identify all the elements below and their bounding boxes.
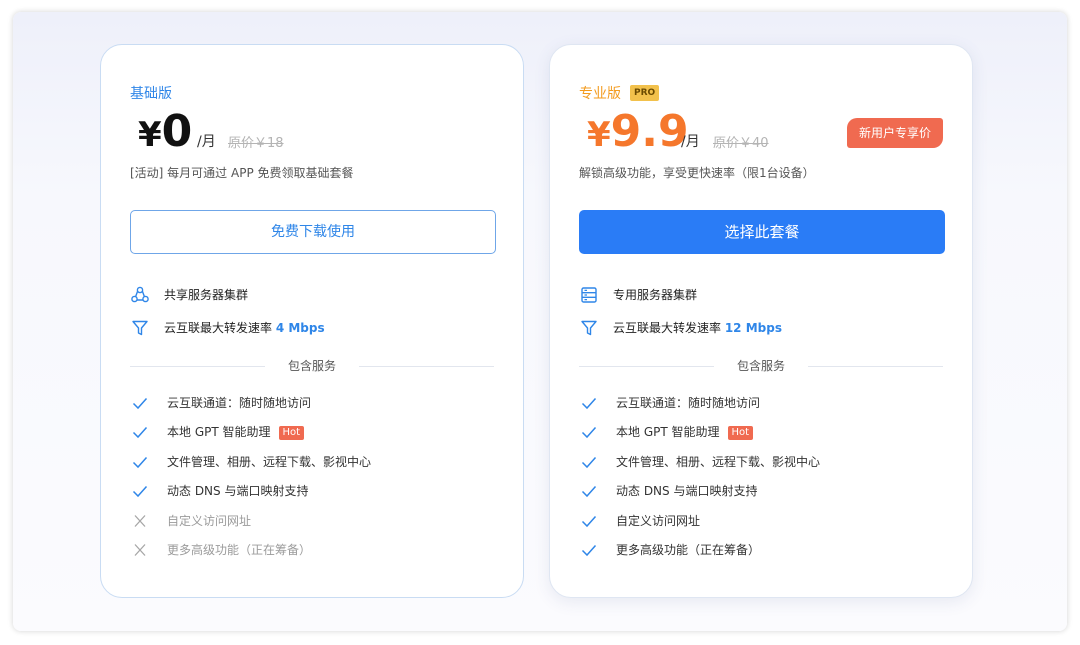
feature-label: 专用服务器集群 xyxy=(613,288,698,302)
cross-icon xyxy=(134,544,146,556)
check-icon xyxy=(132,397,148,410)
price-row: ¥0 /月 原价￥18 xyxy=(130,107,494,157)
plan-description: 解锁高级功能，享受更快速率（限1台设备） xyxy=(579,166,815,180)
funnel-icon xyxy=(581,320,597,336)
price-amount: 0 xyxy=(161,106,193,157)
new-user-price-badge: 新用户专享价 xyxy=(846,118,943,148)
check-icon xyxy=(132,485,148,498)
select-plan-button[interactable]: 选择此套餐 xyxy=(579,210,945,254)
speed-value: 4 Mbps xyxy=(275,321,325,335)
server-icon xyxy=(581,287,597,303)
feature-label: 共享服务器集群 xyxy=(164,288,249,302)
free-download-button[interactable]: 免费下载使用 xyxy=(130,210,496,254)
speed-value: 12 Mbps xyxy=(724,321,782,335)
feature-label: 云互联最大转发速率 xyxy=(164,321,276,335)
check-icon xyxy=(581,544,597,557)
price: ¥0 xyxy=(138,107,192,157)
services-divider: 包含服务 xyxy=(579,358,943,374)
basic-plan-card: 基础版 ¥0 /月 原价￥18 [活动] 每月可通过 APP 免费领取基础套餐 … xyxy=(100,44,524,598)
check-icon xyxy=(132,456,148,469)
price-period: /月 xyxy=(197,134,216,150)
check-icon xyxy=(581,456,597,469)
hot-badge: Hot xyxy=(727,426,754,440)
cross-icon xyxy=(134,515,146,527)
check-icon xyxy=(581,485,597,498)
check-icon xyxy=(132,426,148,439)
price-amount: 9.9 xyxy=(610,106,689,157)
services-divider: 包含服务 xyxy=(130,358,494,374)
check-icon xyxy=(581,397,597,410)
currency-symbol: ¥ xyxy=(587,115,611,155)
plan-name: 专业版 xyxy=(579,86,621,102)
plan-description: [活动] 每月可通过 APP 免费领取基础套餐 xyxy=(130,166,354,180)
price-period: /月 xyxy=(681,134,700,150)
funnel-icon xyxy=(132,320,148,336)
price: ¥9.9 xyxy=(587,107,689,157)
original-price: 原价￥18 xyxy=(228,136,284,151)
hot-badge: Hot xyxy=(278,426,305,440)
cluster-icon xyxy=(131,286,149,303)
check-icon xyxy=(581,515,597,528)
pro-badge: PRO xyxy=(630,85,660,101)
feature-label: 云互联最大转发速率 xyxy=(613,321,725,335)
check-icon xyxy=(581,426,597,439)
currency-symbol: ¥ xyxy=(138,115,162,155)
pro-plan-card: 专业版 PRO ¥9.9 /月 原价￥40 新用户专享价 解锁高级功能，享受更快… xyxy=(549,44,973,598)
original-price: 原价￥40 xyxy=(713,136,769,151)
plan-name: 基础版 xyxy=(130,86,172,102)
